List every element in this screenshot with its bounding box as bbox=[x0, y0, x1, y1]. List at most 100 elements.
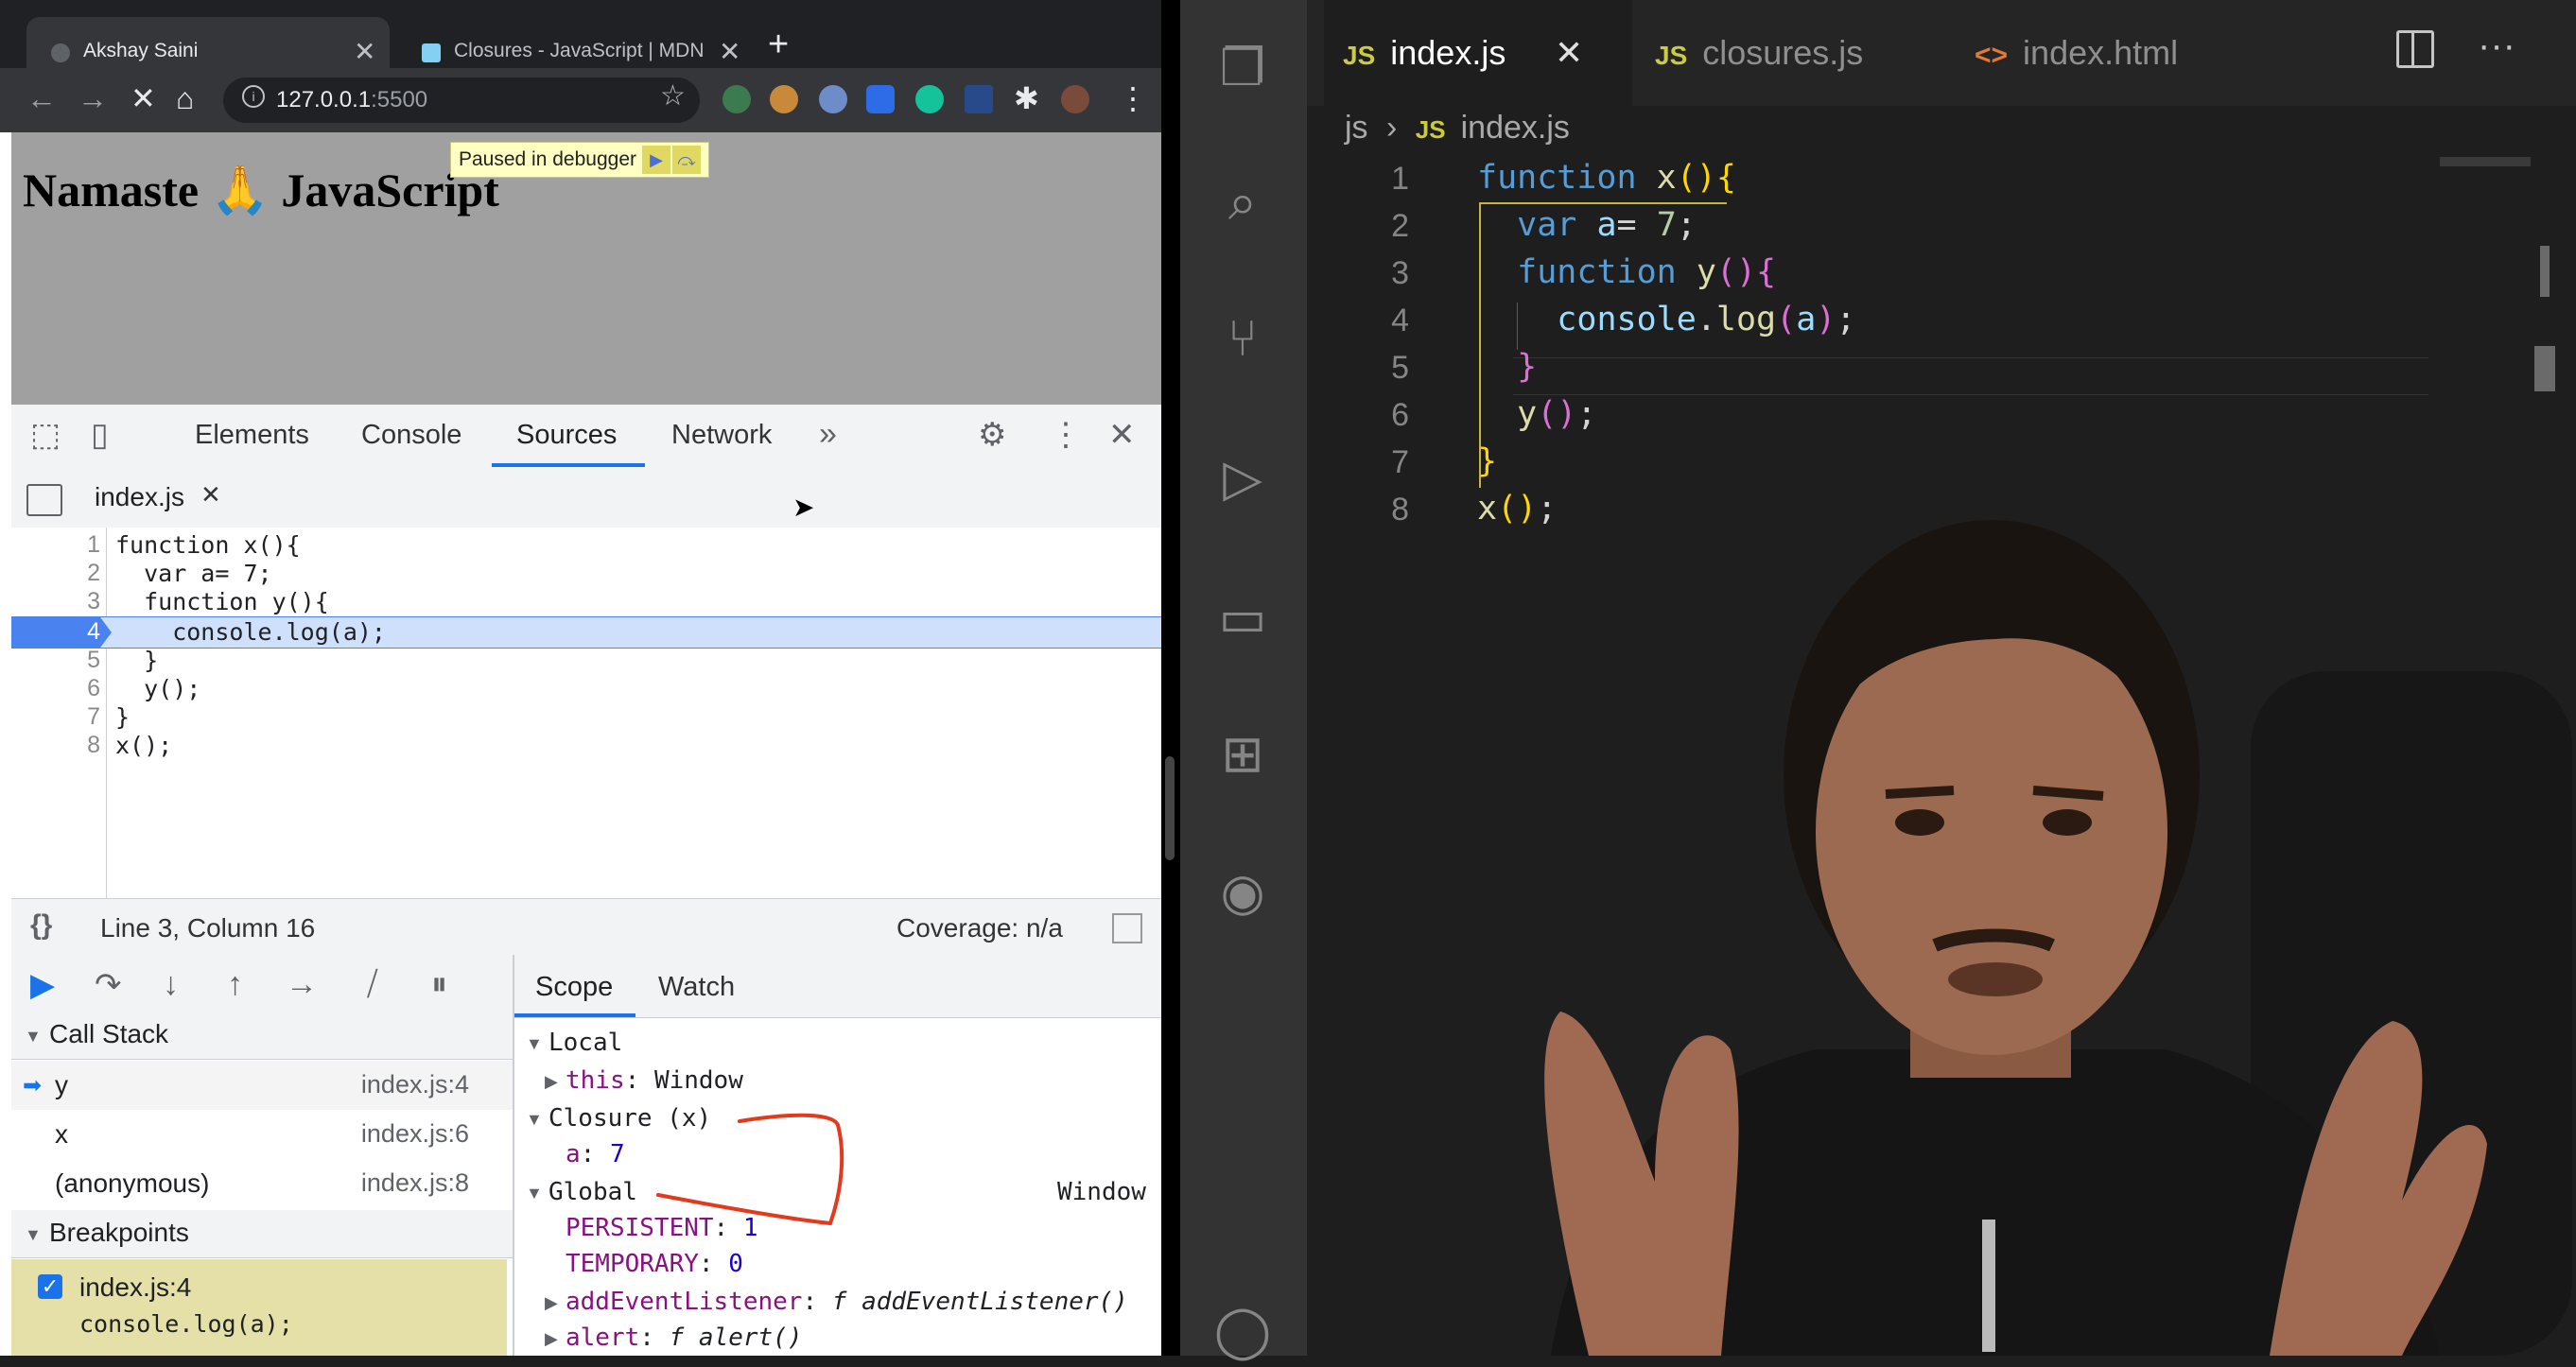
extensions-puzzle-icon[interactable]: ✱ bbox=[1014, 79, 1039, 117]
collapsed-triangle-icon[interactable]: ▶ bbox=[545, 1293, 558, 1313]
breakpoint-checkbox[interactable]: ✓ bbox=[38, 1274, 62, 1299]
tab-sources[interactable]: Sources bbox=[516, 420, 617, 451]
expand-triangle-icon[interactable]: ▼ bbox=[526, 1184, 543, 1203]
line-number: 4 bbox=[1391, 303, 1409, 338]
line-number[interactable]: 4 bbox=[47, 618, 100, 646]
step-over-icon[interactable]: ⤼ bbox=[672, 146, 701, 175]
collapsed-triangle-icon[interactable]: ▶ bbox=[545, 1329, 558, 1349]
tab-watch[interactable]: Watch bbox=[658, 972, 735, 1003]
search-icon[interactable]: ⌕ bbox=[1207, 166, 1279, 238]
collapse-triangle-icon[interactable]: ▼ bbox=[25, 1027, 42, 1047]
coverage-icon[interactable] bbox=[1112, 913, 1142, 943]
grammarly-icon[interactable] bbox=[915, 85, 944, 113]
mouse-cursor-icon: ➤ bbox=[792, 493, 815, 522]
line-number[interactable]: 2 bbox=[47, 560, 100, 587]
call-frame-name: y bbox=[55, 1070, 68, 1099]
source-control-icon[interactable]: ⑂ bbox=[1207, 303, 1279, 374]
scope-alert-row[interactable]: alert: f alert() bbox=[566, 1324, 802, 1352]
more-tabs-icon[interactable]: » bbox=[819, 416, 837, 453]
line-number[interactable]: 6 bbox=[47, 675, 100, 702]
forward-icon[interactable]: → bbox=[78, 79, 108, 117]
pause-on-exceptions-icon[interactable]: ⏸ bbox=[431, 966, 447, 1003]
scope-addeventlistener-row[interactable]: addEventListener: f addEventListener() bbox=[566, 1288, 1128, 1316]
new-tab-icon[interactable]: + bbox=[768, 25, 789, 65]
step-out-icon[interactable]: ↑ bbox=[227, 966, 243, 1003]
breadcrumb-file[interactable]: index.js bbox=[1461, 110, 1570, 146]
expand-triangle-icon[interactable]: ▼ bbox=[526, 1034, 543, 1054]
extensions-icon[interactable]: ⊞ bbox=[1207, 718, 1279, 790]
tab-scope[interactable]: Scope bbox=[535, 972, 613, 1003]
kebab-menu-icon[interactable]: ⋮ bbox=[1050, 416, 1082, 454]
call-frame-location[interactable]: index.js:4 bbox=[352, 1070, 469, 1099]
info-icon[interactable]: i bbox=[242, 85, 265, 108]
call-frame-location[interactable]: index.js:8 bbox=[352, 1168, 469, 1198]
zoom-extension-icon[interactable] bbox=[866, 85, 895, 113]
close-tab-icon[interactable]: ✕ bbox=[354, 36, 375, 67]
run-debug-icon[interactable]: ▷ bbox=[1207, 442, 1279, 514]
scope-this-row[interactable]: this: Window bbox=[566, 1066, 743, 1095]
stop-loading-icon[interactable]: ✕ bbox=[131, 79, 156, 117]
breadcrumb-folder[interactable]: js bbox=[1345, 110, 1368, 146]
navigator-toggle-icon[interactable] bbox=[26, 484, 62, 516]
scrollbar-thumb[interactable] bbox=[2534, 346, 2555, 391]
line-number[interactable]: 7 bbox=[47, 703, 100, 731]
profile-avatar[interactable] bbox=[1061, 85, 1089, 113]
file-tab-index-js[interactable]: index.js bbox=[95, 482, 184, 512]
extension-icon[interactable] bbox=[965, 85, 993, 113]
step-over-icon[interactable]: ↷ bbox=[95, 966, 122, 1004]
tab-index-js[interactable]: JS index.js ✕ bbox=[1324, 0, 1632, 106]
scope-value: f addEventListener() bbox=[831, 1288, 1128, 1316]
scope-value: 0 bbox=[728, 1250, 743, 1278]
bookmark-star-icon[interactable]: ☆ bbox=[660, 79, 686, 112]
collapsed-triangle-icon[interactable]: ▶ bbox=[545, 1072, 558, 1092]
inspect-element-icon[interactable]: ⬚ bbox=[30, 416, 61, 454]
close-devtools-icon[interactable]: ✕ bbox=[1108, 416, 1136, 454]
cookie-extension-icon[interactable] bbox=[770, 85, 798, 113]
gear-icon[interactable]: ⚙ bbox=[978, 416, 1006, 454]
extension-icon[interactable] bbox=[722, 85, 751, 113]
scope-temporary-row: TEMPORARY: 0 bbox=[566, 1250, 743, 1278]
extension-icon[interactable] bbox=[819, 85, 847, 113]
account-icon[interactable]: ◯ bbox=[1207, 1295, 1279, 1367]
step-icon[interactable]: → bbox=[286, 966, 318, 1003]
minimap[interactable] bbox=[2440, 157, 2531, 166]
tab-label: closures.js bbox=[1702, 33, 1864, 72]
line-number[interactable]: 3 bbox=[47, 588, 100, 615]
device-toolbar-icon[interactable]: ▯ bbox=[91, 416, 109, 454]
pretty-print-icon[interactable]: {} bbox=[30, 909, 52, 942]
scope-local[interactable]: Local bbox=[548, 1029, 622, 1057]
back-icon[interactable]: ← bbox=[26, 79, 57, 117]
line-number[interactable]: 8 bbox=[47, 732, 100, 759]
split-editor-icon[interactable] bbox=[2396, 30, 2434, 68]
more-actions-icon[interactable]: ··· bbox=[2478, 25, 2515, 67]
explorer-files-icon[interactable]: ❐ bbox=[1207, 32, 1279, 104]
line-number[interactable]: 1 bbox=[47, 531, 100, 559]
browser-menu-icon[interactable]: ⋮ bbox=[1118, 79, 1148, 117]
deactivate-breakpoints-icon[interactable]: ⧸ bbox=[367, 966, 378, 1003]
home-icon[interactable]: ⌂ bbox=[176, 79, 194, 117]
close-tab-icon[interactable]: ✕ bbox=[1555, 0, 1583, 106]
tab-elements[interactable]: Elements bbox=[195, 420, 309, 451]
expand-triangle-icon[interactable]: ▼ bbox=[526, 1110, 543, 1130]
tab-network[interactable]: Network bbox=[671, 420, 772, 451]
url-text[interactable]: 127.0.0.1:5500 bbox=[276, 87, 427, 113]
tab-console[interactable]: Console bbox=[361, 420, 461, 451]
line-number[interactable]: 5 bbox=[47, 647, 100, 674]
scrollbar-thumb[interactable] bbox=[2540, 246, 2550, 297]
tab-index-html[interactable]: <> index.html bbox=[1956, 0, 2258, 106]
step-into-icon[interactable]: ↓ bbox=[163, 966, 179, 1003]
resume-icon[interactable]: ▶ bbox=[30, 966, 55, 1004]
collapse-triangle-icon[interactable]: ▼ bbox=[25, 1225, 42, 1245]
resize-handle[interactable] bbox=[1165, 756, 1175, 860]
scope-global[interactable]: Global bbox=[548, 1178, 637, 1206]
git-graph-icon[interactable]: ◉ bbox=[1207, 857, 1279, 928]
call-frame-location[interactable]: index.js:6 bbox=[352, 1119, 469, 1149]
close-file-icon[interactable]: ✕ bbox=[200, 480, 221, 510]
close-tab-icon[interactable]: ✕ bbox=[719, 36, 740, 67]
resume-icon[interactable]: ▶ bbox=[642, 146, 670, 175]
red-annotation-drawing bbox=[656, 1113, 844, 1226]
coverage-status: Coverage: n/a bbox=[896, 913, 1063, 943]
remote-explorer-icon[interactable]: ▭ bbox=[1207, 582, 1279, 654]
js-file-icon: JS bbox=[1415, 115, 1446, 144]
tab-closures-js[interactable]: JS closures.js bbox=[1636, 0, 1939, 106]
